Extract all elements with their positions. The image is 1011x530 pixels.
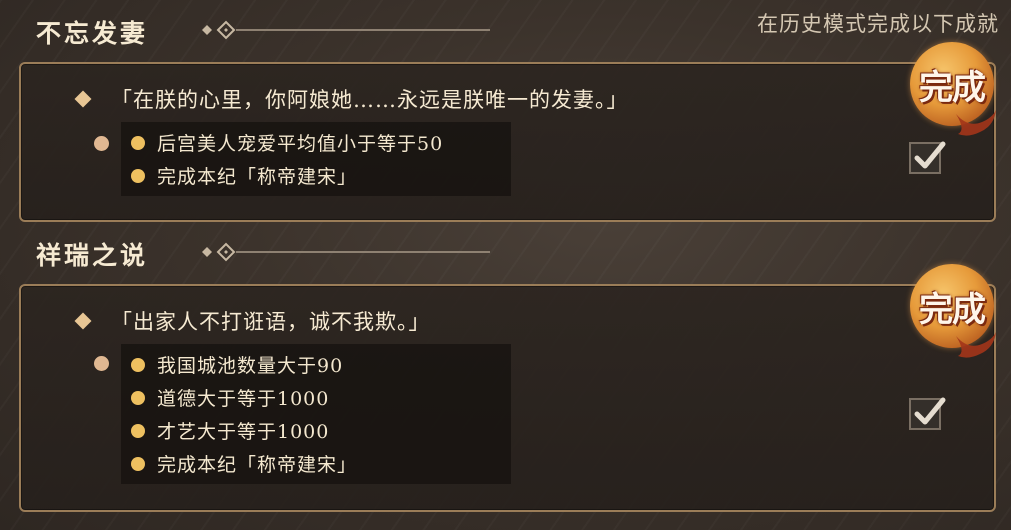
- condition-item: 道德大于等于1000: [131, 381, 501, 414]
- achievement-quote-row: 「在朕的心里，你阿娘她……永远是朕唯一的发妻。」: [74, 84, 629, 114]
- bullet-dot-icon: [131, 168, 145, 183]
- seal-status-text: 完成: [919, 290, 986, 330]
- seal-flame-icon: [956, 332, 996, 358]
- condition-text: 道德大于等于1000: [157, 388, 330, 410]
- achievement-quote: 「出家人不打诳语，诚不我欺。」: [111, 310, 431, 334]
- condition-text: 我国城池数量大于90: [157, 355, 344, 377]
- checkmark-icon: [914, 141, 946, 169]
- condition-list: 后宫美人宠爱平均值小于等于50 完成本纪「称帝建宋」: [121, 122, 511, 196]
- condition-text: 后宫美人宠爱平均值小于等于50: [157, 133, 444, 155]
- condition-item: 完成本纪「称帝建宋」: [131, 447, 501, 480]
- bullet-dot-icon: [131, 135, 145, 150]
- achievement-title: 不忘发妻: [36, 19, 149, 48]
- diamond-icon: [74, 90, 92, 108]
- condition-group-bullet-icon: [94, 356, 109, 371]
- condition-list: 我国城池数量大于90 道德大于等于1000 才艺大于等于1000 完成本纪「称帝…: [121, 344, 511, 484]
- complete-seal: 完成: [902, 42, 998, 138]
- seal-status-text: 完成: [919, 68, 986, 108]
- achievement-quote: 「在朕的心里，你阿娘她……永远是朕唯一的发妻。」: [111, 88, 629, 112]
- condition-group-bullet-icon: [94, 136, 109, 151]
- complete-seal: 完成: [902, 264, 998, 360]
- seal-flame-icon: [956, 110, 996, 136]
- bullet-dot-icon: [131, 390, 145, 405]
- achievement-hint: 在历史模式完成以下成就: [757, 12, 999, 36]
- bullet-dot-icon: [131, 456, 145, 471]
- condition-text: 完成本纪「称帝建宋」: [157, 166, 358, 188]
- completion-checkbox: [909, 141, 946, 174]
- condition-item: 我国城池数量大于90: [131, 348, 501, 381]
- achievement-card: 「出家人不打诳语，诚不我欺。」 我国城池数量大于90 道德大于等于1000 才艺…: [19, 284, 996, 512]
- condition-text: 才艺大于等于1000: [157, 421, 330, 443]
- diamond-icon: [74, 312, 92, 330]
- title-ornament-icon: [202, 20, 490, 40]
- bullet-dot-icon: [131, 357, 145, 372]
- condition-item: 才艺大于等于1000: [131, 414, 501, 447]
- bullet-dot-icon: [131, 423, 145, 438]
- condition-item: 完成本纪「称帝建宋」: [131, 159, 501, 192]
- completion-checkbox: [909, 397, 946, 430]
- achievement-title: 祥瑞之说: [36, 241, 149, 270]
- checkmark-icon: [914, 397, 946, 425]
- achievement-quote-row: 「出家人不打诳语，诚不我欺。」: [74, 306, 431, 336]
- title-ornament-icon: [202, 242, 490, 262]
- achievement-card: 「在朕的心里，你阿娘她……永远是朕唯一的发妻。」 后宫美人宠爱平均值小于等于50…: [19, 62, 996, 222]
- condition-item: 后宫美人宠爱平均值小于等于50: [131, 126, 501, 159]
- condition-text: 完成本纪「称帝建宋」: [157, 454, 358, 476]
